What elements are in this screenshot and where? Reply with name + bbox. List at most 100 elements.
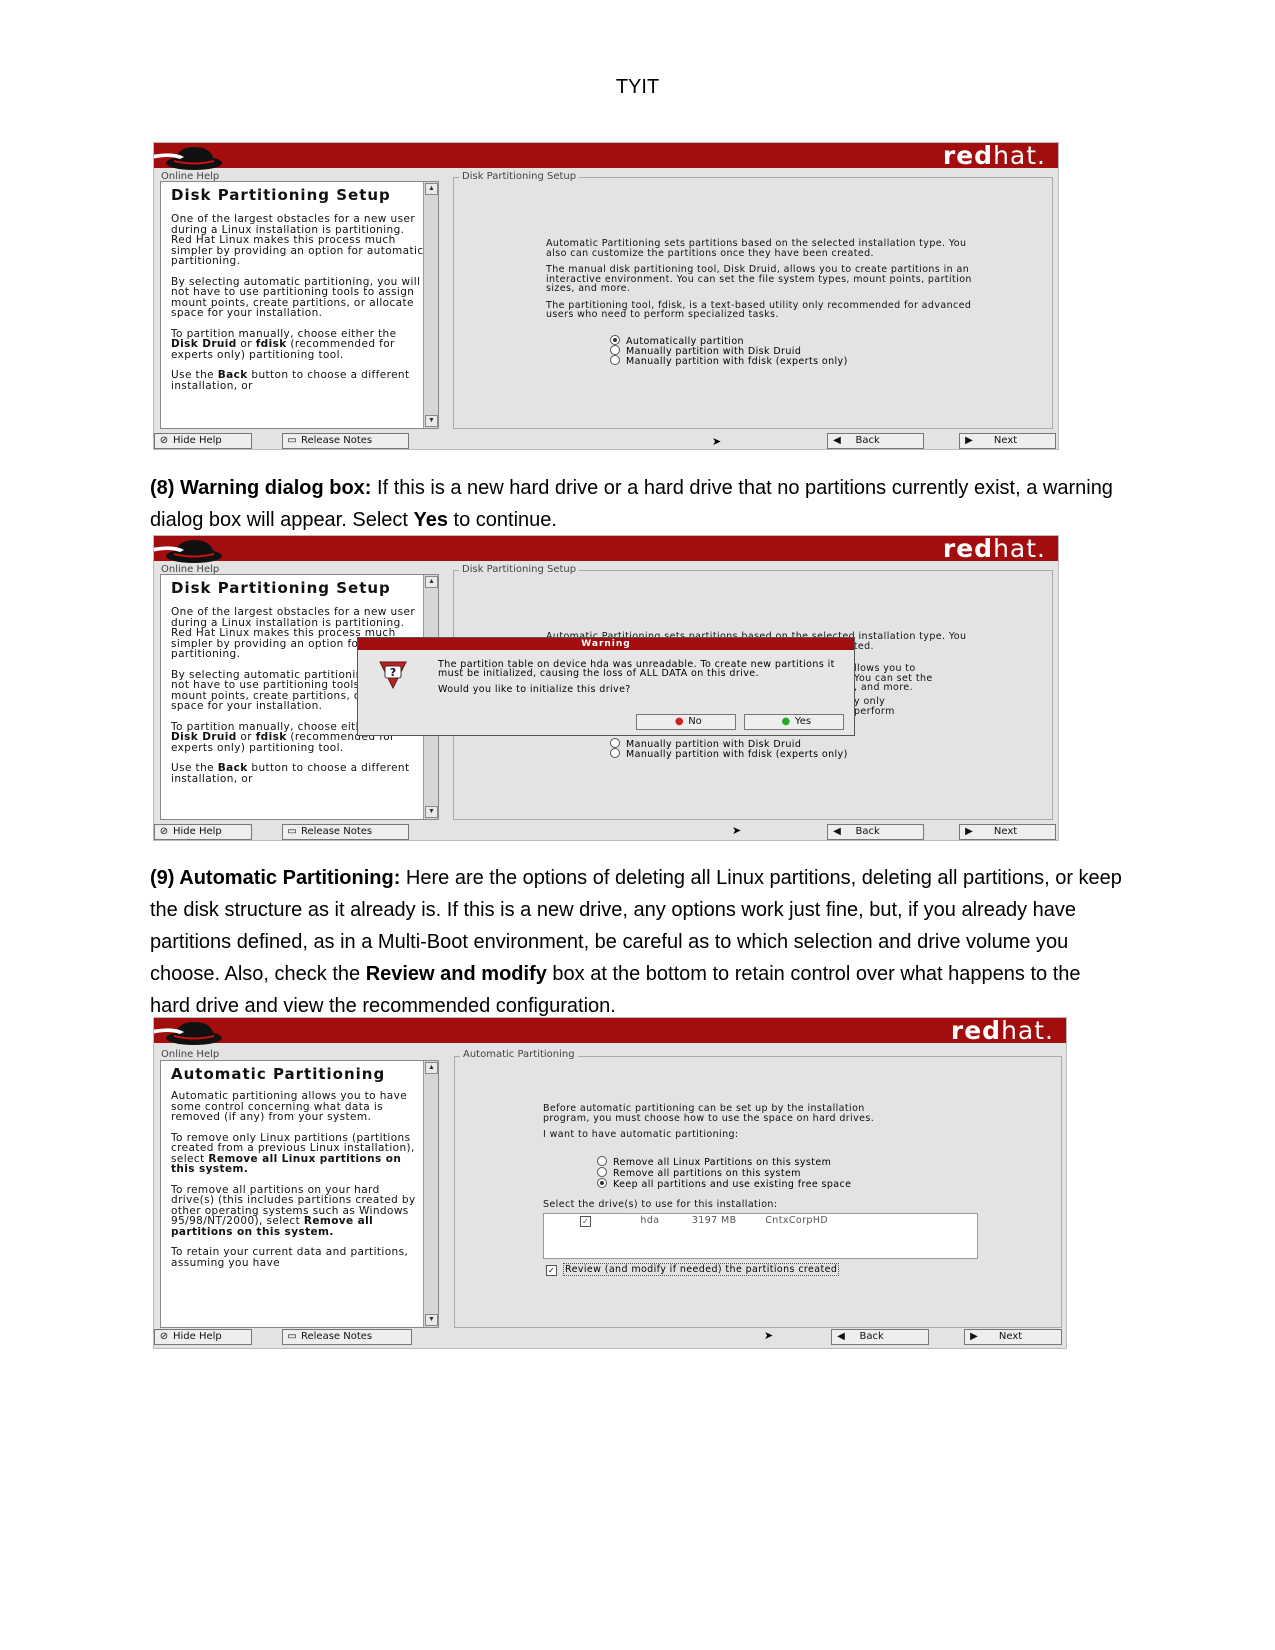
scroll-up-icon[interactable]: ▲ <box>425 576 438 588</box>
review-checkbox-row[interactable]: ✓ Review (and modify if needed) the parti… <box>546 1263 840 1276</box>
section-automatic-partitioning: (9) Automatic Partitioning: Here are the… <box>150 867 1122 1017</box>
radio-fdisk[interactable]: Manually partition with fdisk (experts o… <box>610 748 848 760</box>
help-paragraph: One of the largest obstacles for a new u… <box>171 213 424 267</box>
arrow-right-icon: ▶ <box>965 826 973 837</box>
radio-icon[interactable] <box>597 1178 607 1188</box>
help-paragraph: To retain your current data and partitio… <box>171 1246 409 1269</box>
next-button[interactable]: ▶ Next <box>959 433 1056 449</box>
hide-help-button[interactable]: ⊘ Hide Help <box>154 1329 252 1345</box>
radio-icon[interactable] <box>610 738 620 748</box>
document-icon: ▭ <box>287 826 297 837</box>
redhat-shadowman-icon <box>154 1022 222 1045</box>
next-button[interactable]: ▶ Next <box>964 1329 1062 1345</box>
arrow-left-icon: ◀ <box>833 826 841 837</box>
page-header: TYIT <box>615 76 660 98</box>
online-help-panel: Automatic Partitioning Automatic partiti… <box>160 1060 439 1328</box>
arrow-right-icon: ▶ <box>965 435 973 446</box>
pane-title: Automatic Partitioning <box>460 1049 578 1060</box>
hide-help-button[interactable]: ⊘ Hide Help <box>154 824 252 840</box>
redhat-logo: redhat. <box>942 142 1046 170</box>
main-paragraph: The manual disk partitioning tool, Disk … <box>546 264 972 294</box>
pane-title: Disk Partitioning Setup <box>459 564 580 575</box>
radio-icon[interactable] <box>597 1156 607 1166</box>
release-notes-button[interactable]: ▭ Release Notes <box>282 824 409 840</box>
radio-fdisk[interactable]: Manually partition with fdisk (experts o… <box>610 355 848 367</box>
help-text: Disk Partitioning Setup One of the large… <box>171 188 426 401</box>
arrow-left-icon: ◀ <box>837 1331 845 1342</box>
warning-dialog: Warning ? The partition table on device … <box>357 637 855 736</box>
back-button[interactable]: ◀ Back <box>831 1329 929 1345</box>
redhat-logo: redhat. <box>942 535 1046 563</box>
radio-keep-all[interactable]: Keep all partitions and use existing fre… <box>597 1178 851 1190</box>
radio-icon[interactable] <box>610 748 620 758</box>
main-paragraph: I want to have automatic partitioning: <box>543 1129 739 1140</box>
online-help-label: Online Help <box>158 1049 223 1060</box>
scroll-down-icon[interactable]: ▼ <box>425 1314 438 1326</box>
review-checkbox[interactable]: ✓ <box>546 1265 557 1276</box>
no-button[interactable]: ● No <box>636 714 736 730</box>
help-paragraph: Use the Back button to choose a differen… <box>171 762 410 785</box>
warning-title: Warning <box>358 638 854 650</box>
scroll-up-icon[interactable]: ▲ <box>425 1062 438 1074</box>
help-paragraph: By selecting automatic partitioning, you… <box>171 275 421 319</box>
radio-icon[interactable] <box>610 335 620 345</box>
help-title: Disk Partitioning Setup <box>171 186 391 204</box>
scroll-down-icon[interactable]: ▼ <box>425 415 438 427</box>
main-paragraph: Before automatic partitioning can be set… <box>543 1103 875 1124</box>
hide-help-button[interactable]: ⊘ Hide Help <box>154 433 252 449</box>
redhat-banner <box>154 1018 1066 1043</box>
radio-icon[interactable] <box>610 345 620 355</box>
redhat-banner <box>154 143 1058 168</box>
scroll-down-icon[interactable]: ▼ <box>425 806 438 818</box>
mouse-cursor-icon: ➤ <box>732 825 742 837</box>
warning-text: The partition table on device hda was un… <box>438 659 835 679</box>
radio-icon[interactable] <box>597 1167 607 1177</box>
next-button[interactable]: ▶ Next <box>959 824 1056 840</box>
back-button[interactable]: ◀ Back <box>827 433 924 449</box>
help-scrollbar[interactable]: ▲ ▼ <box>423 182 438 428</box>
document-icon: ▭ <box>287 1331 297 1342</box>
help-icon: ⊘ <box>159 1331 169 1342</box>
drive-select-label: Select the drive(s) to use for this inst… <box>543 1199 778 1210</box>
help-paragraph: To partition manually, choose either the… <box>171 327 397 361</box>
help-title: Automatic Partitioning <box>171 1065 386 1083</box>
svg-text:?: ? <box>390 666 396 679</box>
warning-message: The partition table on device hda was un… <box>438 660 838 701</box>
section-warning-dialog: (8) Warning dialog box: If this is a new… <box>150 477 1113 531</box>
arrow-left-icon: ◀ <box>833 435 841 446</box>
radio-icon[interactable] <box>610 355 620 365</box>
screenshot-automatic-partitioning: redhat. Online Help Automatic Partitioni… <box>153 1017 1067 1349</box>
main-paragraph: The partitioning tool, fdisk, is a text-… <box>546 299 972 320</box>
mouse-cursor-icon: ➤ <box>764 1330 774 1342</box>
document-icon: ▭ <box>287 435 297 446</box>
help-icon: ⊘ <box>159 826 169 837</box>
back-button[interactable]: ◀ Back <box>827 824 924 840</box>
screenshot-warning-dialog: redhat. Online Help Disk Partitioning Se… <box>153 535 1059 841</box>
help-scrollbar[interactable]: ▲ ▼ <box>423 1061 438 1327</box>
redhat-shadowman-icon <box>154 540 222 563</box>
help-paragraph: To remove all partitions on your hard dr… <box>171 1183 416 1238</box>
stop-icon: ● <box>674 716 684 727</box>
release-notes-button[interactable]: ▭ Release Notes <box>282 433 409 449</box>
redhat-logo: redhat. <box>950 1017 1054 1045</box>
redhat-shadowman-icon <box>154 147 222 170</box>
check-icon: ● <box>781 716 791 727</box>
main-paragraph: Automatic Partitioning sets partitions b… <box>546 238 967 259</box>
help-icon: ⊘ <box>159 435 169 446</box>
pane-title: Disk Partitioning Setup <box>459 171 580 182</box>
main-description: Automatic Partitioning sets partitions b… <box>546 239 976 327</box>
drive-checkbox[interactable]: ✓ <box>580 1216 591 1227</box>
scroll-up-icon[interactable]: ▲ <box>425 183 438 195</box>
help-title: Disk Partitioning Setup <box>171 579 391 597</box>
arrow-right-icon: ▶ <box>970 1331 978 1342</box>
help-text: Automatic Partitioning Automatic partiti… <box>171 1067 426 1278</box>
drive-list[interactable]: ✓ hda 3197 MB CntxCorpHD <box>543 1213 978 1259</box>
online-help-panel: Disk Partitioning Setup One of the large… <box>160 181 439 429</box>
yes-button[interactable]: ● Yes <box>744 714 844 730</box>
drive-row-hda[interactable]: ✓ hda 3197 MB CntxCorpHD <box>580 1216 828 1227</box>
screenshot-disk-partitioning-setup: redhat. Online Help Disk Partitioning Se… <box>153 142 1059 450</box>
main-description: Before automatic partitioning can be set… <box>543 1104 913 1147</box>
main-pane <box>454 1056 1062 1328</box>
release-notes-button[interactable]: ▭ Release Notes <box>282 1329 412 1345</box>
help-paragraph: To remove only Linux partitions (partiti… <box>171 1131 415 1175</box>
